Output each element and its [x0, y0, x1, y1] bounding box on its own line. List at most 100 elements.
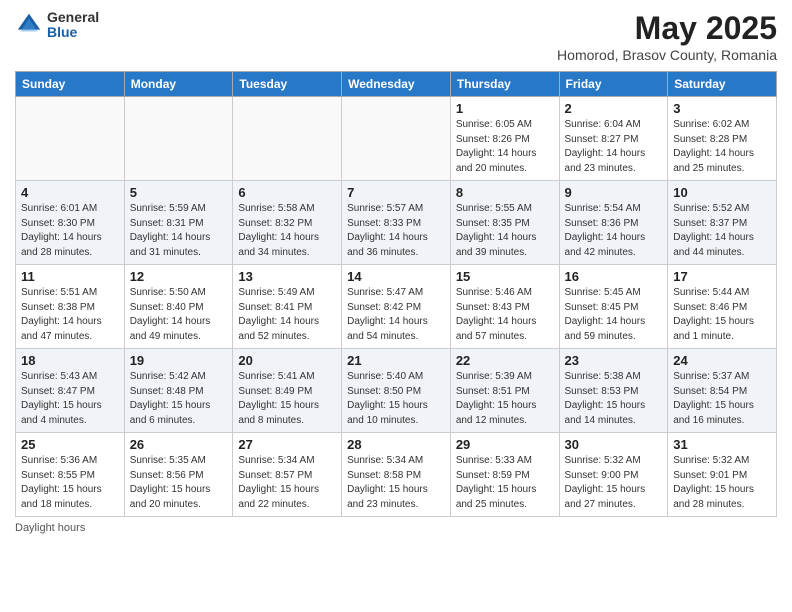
header: General Blue May 2025 Homorod, Brasov Co… — [15, 10, 777, 63]
day-info: Sunrise: 5:32 AMSunset: 9:01 PMDaylight:… — [673, 454, 771, 512]
footer: Daylight hours — [15, 522, 777, 534]
day-info: Sunrise: 5:32 AMSunset: 9:00 PMDaylight:… — [565, 454, 663, 512]
day-info: Sunrise: 5:59 AMSunset: 8:31 PMDaylight:… — [130, 202, 228, 260]
day-info: Sunrise: 5:38 AMSunset: 8:53 PMDaylight:… — [565, 370, 663, 428]
calendar-week-row: 11 Sunrise: 5:51 AMSunset: 8:38 PMDayligh… — [16, 265, 777, 349]
calendar-day-cell: 21 Sunrise: 5:40 AMSunset: 8:50 PMDayligh… — [342, 349, 451, 433]
day-info: Sunrise: 5:49 AMSunset: 8:41 PMDaylight:… — [238, 286, 336, 344]
day-number: 2 — [565, 101, 663, 116]
day-info: Sunrise: 5:58 AMSunset: 8:32 PMDaylight:… — [238, 202, 336, 260]
calendar-day-header: Saturday — [668, 72, 777, 97]
calendar-week-row: 1 Sunrise: 6:05 AMSunset: 8:26 PMDaylight… — [16, 97, 777, 181]
day-number: 4 — [21, 185, 119, 200]
calendar-week-row: 4 Sunrise: 6:01 AMSunset: 8:30 PMDaylight… — [16, 181, 777, 265]
day-info: Sunrise: 6:01 AMSunset: 8:30 PMDaylight:… — [21, 202, 119, 260]
calendar-day-cell: 19 Sunrise: 5:42 AMSunset: 8:48 PMDayligh… — [124, 349, 233, 433]
calendar-day-cell: 30Sunrise: 5:32 AMSunset: 9:00 PMDayligh… — [559, 433, 668, 517]
day-info: Sunrise: 5:35 AMSunset: 8:56 PMDaylight:… — [130, 454, 228, 512]
day-info: Sunrise: 5:41 AMSunset: 8:49 PMDaylight:… — [238, 370, 336, 428]
day-info: Sunrise: 5:39 AMSunset: 8:51 PMDaylight:… — [456, 370, 554, 428]
day-info: Sunrise: 5:44 AMSunset: 8:46 PMDaylight:… — [673, 286, 771, 344]
logo-text: General Blue — [47, 10, 99, 41]
day-info: Sunrise: 5:34 AMSunset: 8:58 PMDaylight:… — [347, 454, 445, 512]
calendar-day-cell: 26 Sunrise: 5:35 AMSunset: 8:56 PMDayligh… — [124, 433, 233, 517]
calendar-day-header: Thursday — [450, 72, 559, 97]
day-info: Sunrise: 5:52 AMSunset: 8:37 PMDaylight:… — [673, 202, 771, 260]
day-info: Sunrise: 5:55 AMSunset: 8:35 PMDaylight:… — [456, 202, 554, 260]
day-number: 26 — [130, 437, 228, 452]
day-number: 12 — [130, 269, 228, 284]
day-info: Sunrise: 5:33 AMSunset: 8:59 PMDaylight:… — [456, 454, 554, 512]
day-number: 21 — [347, 353, 445, 368]
day-number: 23 — [565, 353, 663, 368]
calendar-day-cell: 3Sunrise: 6:02 AMSunset: 8:28 PMDaylight… — [668, 97, 777, 181]
calendar-day-header: Sunday — [16, 72, 125, 97]
day-info: Sunrise: 5:57 AMSunset: 8:33 PMDaylight:… — [347, 202, 445, 260]
calendar-day-cell: 18 Sunrise: 5:43 AMSunset: 8:47 PMDayligh… — [16, 349, 125, 433]
calendar-day-cell: 2 Sunrise: 6:04 AMSunset: 8:27 PMDaylight… — [559, 97, 668, 181]
day-info: Sunrise: 5:42 AMSunset: 8:48 PMDaylight:… — [130, 370, 228, 428]
calendar-day-cell: 16Sunrise: 5:45 AMSunset: 8:45 PMDayligh… — [559, 265, 668, 349]
day-number: 1 — [456, 101, 554, 116]
calendar-day-header: Tuesday — [233, 72, 342, 97]
calendar-week-row: 18 Sunrise: 5:43 AMSunset: 8:47 PMDayligh… — [16, 349, 777, 433]
logo-icon — [15, 11, 43, 39]
calendar-day-cell: 9Sunrise: 5:54 AMSunset: 8:36 PMDaylight… — [559, 181, 668, 265]
calendar-day-cell: 7Sunrise: 5:57 AMSunset: 8:33 PMDaylight… — [342, 181, 451, 265]
calendar-day-cell: 13 Sunrise: 5:49 AMSunset: 8:41 PMDayligh… — [233, 265, 342, 349]
calendar-day-cell — [342, 97, 451, 181]
day-info: Sunrise: 5:37 AMSunset: 8:54 PMDaylight:… — [673, 370, 771, 428]
calendar-day-cell: 31 Sunrise: 5:32 AMSunset: 9:01 PMDayligh… — [668, 433, 777, 517]
day-number: 19 — [130, 353, 228, 368]
day-info: Sunrise: 5:47 AMSunset: 8:42 PMDaylight:… — [347, 286, 445, 344]
calendar-day-cell: 5Sunrise: 5:59 AMSunset: 8:31 PMDaylight… — [124, 181, 233, 265]
calendar-day-cell: 25Sunrise: 5:36 AMSunset: 8:55 PMDayligh… — [16, 433, 125, 517]
day-number: 9 — [565, 185, 663, 200]
logo-blue-text: Blue — [47, 25, 99, 40]
calendar-day-cell — [16, 97, 125, 181]
calendar-day-cell — [233, 97, 342, 181]
calendar-day-cell: 4 Sunrise: 6:01 AMSunset: 8:30 PMDaylight… — [16, 181, 125, 265]
day-info: Sunrise: 5:43 AMSunset: 8:47 PMDaylight:… — [21, 370, 119, 428]
calendar-day-cell: 22 Sunrise: 5:39 AMSunset: 8:51 PMDayligh… — [450, 349, 559, 433]
day-number: 24 — [673, 353, 771, 368]
calendar-day-cell: 27Sunrise: 5:34 AMSunset: 8:57 PMDayligh… — [233, 433, 342, 517]
subtitle: Homorod, Brasov County, Romania — [557, 47, 777, 63]
day-info: Sunrise: 5:40 AMSunset: 8:50 PMDaylight:… — [347, 370, 445, 428]
calendar-day-cell: 28 Sunrise: 5:34 AMSunset: 8:58 PMDayligh… — [342, 433, 451, 517]
day-info: Sunrise: 5:50 AMSunset: 8:40 PMDaylight:… — [130, 286, 228, 344]
calendar-day-cell: 24 Sunrise: 5:37 AMSunset: 8:54 PMDayligh… — [668, 349, 777, 433]
day-number: 8 — [456, 185, 554, 200]
logo: General Blue — [15, 10, 99, 41]
logo-general-text: General — [47, 10, 99, 25]
day-number: 3 — [673, 101, 771, 116]
day-number: 18 — [21, 353, 119, 368]
day-info: Sunrise: 6:05 AMSunset: 8:26 PMDaylight:… — [456, 118, 554, 176]
day-info: Sunrise: 5:45 AMSunset: 8:45 PMDaylight:… — [565, 286, 663, 344]
daylight-label: Daylight hours — [15, 522, 85, 534]
calendar-day-cell: 6Sunrise: 5:58 AMSunset: 8:32 PMDaylight… — [233, 181, 342, 265]
day-number: 31 — [673, 437, 771, 452]
calendar-day-cell: 29Sunrise: 5:33 AMSunset: 8:59 PMDayligh… — [450, 433, 559, 517]
day-info: Sunrise: 6:04 AMSunset: 8:27 PMDaylight:… — [565, 118, 663, 176]
day-number: 20 — [238, 353, 336, 368]
calendar-day-cell: 8 Sunrise: 5:55 AMSunset: 8:35 PMDaylight… — [450, 181, 559, 265]
day-info: Sunrise: 5:51 AMSunset: 8:38 PMDaylight:… — [21, 286, 119, 344]
calendar-day-cell: 17Sunrise: 5:44 AMSunset: 8:46 PMDayligh… — [668, 265, 777, 349]
calendar-day-cell: 23 Sunrise: 5:38 AMSunset: 8:53 PMDayligh… — [559, 349, 668, 433]
day-number: 22 — [456, 353, 554, 368]
day-number: 13 — [238, 269, 336, 284]
calendar-day-cell: 20 Sunrise: 5:41 AMSunset: 8:49 PMDayligh… — [233, 349, 342, 433]
month-title: May 2025 — [557, 10, 777, 47]
day-number: 28 — [347, 437, 445, 452]
calendar-day-cell — [124, 97, 233, 181]
day-number: 11 — [21, 269, 119, 284]
calendar-day-cell: 1 Sunrise: 6:05 AMSunset: 8:26 PMDaylight… — [450, 97, 559, 181]
calendar-day-cell: 15Sunrise: 5:46 AMSunset: 8:43 PMDayligh… — [450, 265, 559, 349]
calendar-table: SundayMondayTuesdayWednesdayThursdayFrid… — [15, 71, 777, 517]
calendar-day-cell: 14Sunrise: 5:47 AMSunset: 8:42 PMDayligh… — [342, 265, 451, 349]
page: General Blue May 2025 Homorod, Brasov Co… — [0, 0, 792, 612]
day-info: Sunrise: 5:36 AMSunset: 8:55 PMDaylight:… — [21, 454, 119, 512]
title-block: May 2025 Homorod, Brasov County, Romania — [557, 10, 777, 63]
day-info: Sunrise: 5:46 AMSunset: 8:43 PMDaylight:… — [456, 286, 554, 344]
